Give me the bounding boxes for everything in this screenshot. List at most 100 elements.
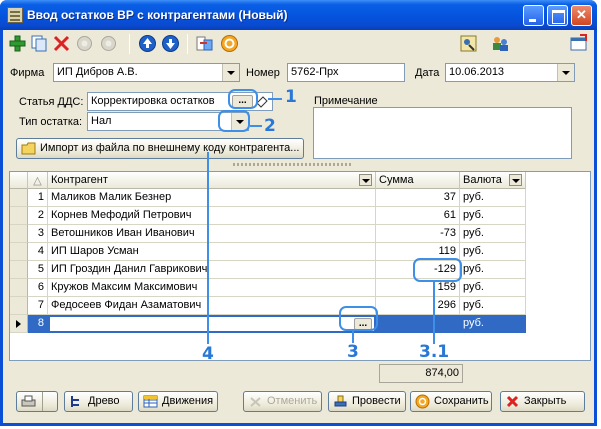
valyuta-cell[interactable]: руб. xyxy=(460,225,526,243)
new-window-icon[interactable] xyxy=(569,34,588,53)
transfer-icon[interactable] xyxy=(195,34,214,53)
folder-icon xyxy=(21,142,36,155)
window-title: Ввод остатков ВР с контрагентами (Новый) xyxy=(27,8,288,22)
disabled-circle-icon xyxy=(77,36,92,51)
valyuta-cell[interactable]: руб. xyxy=(460,279,526,297)
summa-cell[interactable]: 37 xyxy=(376,189,460,207)
valyuta-cell[interactable]: руб. xyxy=(460,297,526,315)
valyuta-cell[interactable]: руб. xyxy=(460,189,526,207)
firma-field[interactable]: ИП Дибров А.В. xyxy=(53,63,240,82)
printer-icon xyxy=(21,395,36,407)
close-button[interactable]: Закрыть xyxy=(500,391,585,412)
table-row[interactable]: 2 Корнев Мефодий Петрович 61 руб. xyxy=(10,207,526,225)
row-number: 6 xyxy=(28,279,48,297)
print-button[interactable] xyxy=(16,391,58,412)
table-row[interactable]: 1 Маликов Малик Безнер 37 руб. xyxy=(10,189,526,207)
summa-cell[interactable]: -73 xyxy=(376,225,460,243)
table-row[interactable]: 3 Ветошников Иван Иванович -73 руб. xyxy=(10,225,526,243)
column-dropdown-icon[interactable] xyxy=(359,174,372,186)
callout-1 xyxy=(228,89,258,109)
post-button[interactable]: Провести xyxy=(328,391,406,412)
delete-icon[interactable] xyxy=(52,34,71,53)
kontragent-cell[interactable]: Кружов Максим Максимович xyxy=(48,279,376,297)
table-icon xyxy=(143,395,158,408)
nomer-field[interactable]: 5762-Прх xyxy=(287,63,405,82)
undo-icon xyxy=(250,397,261,407)
date-dropdown-icon[interactable] xyxy=(557,64,574,81)
date-field[interactable]: 10.06.2013 xyxy=(445,63,575,82)
column-kontragent[interactable]: Контрагент xyxy=(48,172,376,189)
header-rowmark xyxy=(10,172,28,189)
summa-cell[interactable]: 61 xyxy=(376,207,460,225)
save-button[interactable]: Сохранить xyxy=(410,391,492,412)
cancel-posting-button[interactable]: Отменить xyxy=(243,391,322,412)
row-marker[interactable] xyxy=(10,261,28,279)
row-marker[interactable] xyxy=(10,243,28,261)
current-row-marker-icon[interactable] xyxy=(10,315,28,333)
column-summa[interactable]: Сумма xyxy=(376,172,460,189)
summa-cell[interactable] xyxy=(376,315,460,333)
valyuta-cell[interactable]: руб. xyxy=(460,315,526,333)
annotation-4: 4 xyxy=(202,344,214,364)
kontragent-cell[interactable]: ИП Гроздин Данил Гаврикович xyxy=(48,261,376,279)
date-value: 10.06.2013 xyxy=(449,66,505,78)
callout-2-line xyxy=(250,125,262,127)
close-icon xyxy=(506,395,519,408)
kontragent-cell[interactable]: Федосеев Фидан Азаматович xyxy=(48,297,376,315)
valyuta-cell[interactable]: руб. xyxy=(460,207,526,225)
callout-3-1 xyxy=(413,258,462,282)
users-icon[interactable] xyxy=(491,34,510,53)
note-textarea[interactable] xyxy=(313,107,572,159)
kontragent-cell[interactable]: Маликов Малик Безнер xyxy=(48,189,376,207)
firma-value: ИП Дибров А.В. xyxy=(57,66,138,78)
row-marker[interactable] xyxy=(10,207,28,225)
movements-button[interactable]: Движения xyxy=(138,391,218,412)
table-row[interactable]: 7 Федосеев Фидан Азаматович 296 руб. xyxy=(10,297,526,315)
row-marker[interactable] xyxy=(10,279,28,297)
tree-button[interactable]: Древо xyxy=(64,391,133,412)
kontragent-cell[interactable]: Корнев Мефодий Петрович xyxy=(48,207,376,225)
row-number: 4 xyxy=(28,243,48,261)
counterparty-grid[interactable]: △ Контрагент Сумма Валюта 1 Маликов Малик… xyxy=(9,171,591,383)
column-valyuta[interactable]: Валюта xyxy=(460,172,526,189)
sort-icon[interactable]: △ xyxy=(28,172,48,189)
kontragent-cell[interactable]: ИП Шаров Усман xyxy=(48,243,376,261)
document-icon xyxy=(7,7,23,23)
arrow-down-icon[interactable] xyxy=(161,34,180,53)
summa-cell[interactable]: 296 xyxy=(376,297,460,315)
valyuta-cell[interactable]: руб. xyxy=(460,243,526,261)
stamp-icon xyxy=(334,395,347,407)
nomer-value: 5762-Прх xyxy=(291,66,339,78)
kontragent-edit-field[interactable]: ... xyxy=(49,316,375,332)
minimize-button[interactable] xyxy=(523,5,544,26)
disabled-circle-icon xyxy=(101,36,116,51)
firma-dropdown-icon[interactable] xyxy=(222,64,239,81)
refresh-icon[interactable] xyxy=(220,34,239,53)
close-window-button[interactable]: ✕ xyxy=(571,5,592,26)
add-icon[interactable] xyxy=(8,34,27,53)
callout-1-line xyxy=(268,98,282,100)
valyuta-cell[interactable]: руб. xyxy=(460,261,526,279)
table-row[interactable]: 8 руб.... xyxy=(10,315,526,333)
tip-label: Тип остатка: xyxy=(19,116,83,128)
copy-icon[interactable] xyxy=(30,34,49,53)
column-dropdown-icon[interactable] xyxy=(509,174,522,186)
tree-icon xyxy=(71,396,79,407)
document-window: Ввод остатков ВР с контрагентами (Новый)… xyxy=(0,0,597,426)
print-dropdown-icon[interactable] xyxy=(42,392,56,411)
annotation-3-1: 3.1 xyxy=(419,342,450,362)
nomer-label: Номер xyxy=(246,67,280,79)
row-number: 8 xyxy=(28,315,48,333)
arrow-up-icon[interactable] xyxy=(138,34,157,53)
splitter[interactable] xyxy=(233,163,353,166)
row-marker[interactable] xyxy=(10,225,28,243)
import-button[interactable]: Импорт из файла по внешнему коду контраг… xyxy=(16,138,304,159)
row-marker[interactable] xyxy=(10,189,28,207)
note-label: Примечание xyxy=(314,95,378,107)
tip-value: Нал xyxy=(91,115,112,127)
structure-icon[interactable] xyxy=(459,34,478,53)
kontragent-cell[interactable]: Ветошников Иван Иванович xyxy=(48,225,376,243)
title-bar[interactable]: Ввод остатков ВР с контрагентами (Новый)… xyxy=(0,0,597,30)
maximize-button[interactable] xyxy=(547,5,568,26)
row-marker[interactable] xyxy=(10,297,28,315)
